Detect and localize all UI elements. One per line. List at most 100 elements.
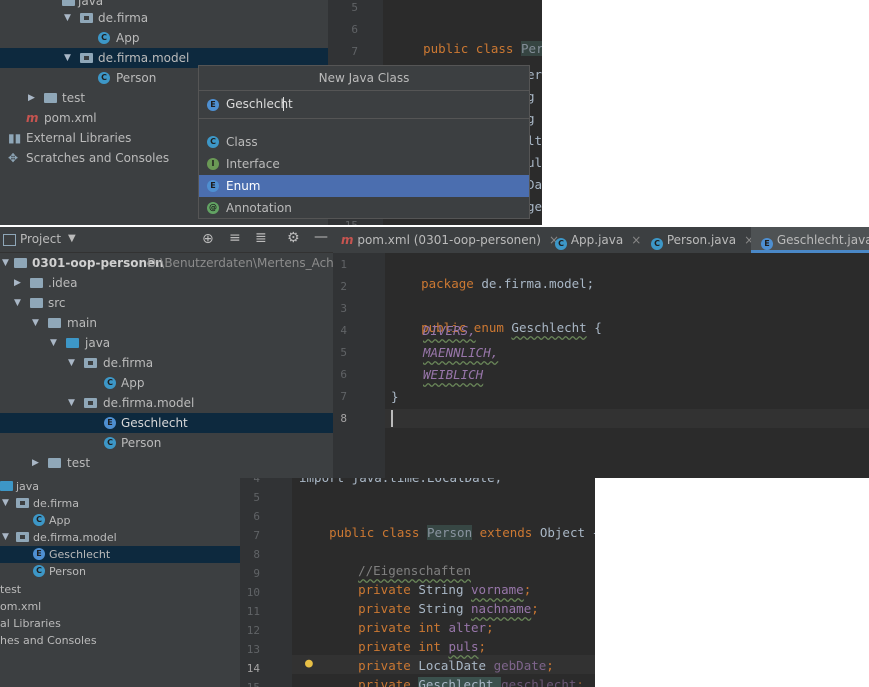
tree-item-app[interactable]: C App xyxy=(0,28,328,48)
tree-item-scratches[interactable]: hes and Consoles xyxy=(0,632,240,649)
code-line-comment[interactable]: //Eigenschaften xyxy=(328,542,471,578)
gear-icon[interactable]: ⚙ xyxy=(287,230,300,246)
chevron-down-icon[interactable]: ▼ xyxy=(2,495,9,512)
code-line-field-vorname[interactable]: private String vorname; xyxy=(328,561,531,597)
tab-person-java[interactable]: C Person.java × xyxy=(651,227,754,253)
tree-item-app[interactable]: C App xyxy=(0,512,240,529)
tree-item-label: java xyxy=(16,480,40,493)
tree-item-person[interactable]: C Person xyxy=(0,563,240,580)
target-icon[interactable]: ⊕ xyxy=(202,231,214,247)
chevron-down-icon[interactable]: ▼ xyxy=(64,8,71,28)
chevron-right-icon[interactable]: ▶ xyxy=(28,88,35,108)
closing-brace[interactable]: } xyxy=(391,387,399,406)
class-name-input[interactable]: E Geschlecht xyxy=(199,92,529,119)
tab-pom-xml[interactable]: m pom.xml (0301-oop-personen) × xyxy=(341,227,559,253)
enum-constant-divers[interactable]: DIVERS, xyxy=(423,321,476,340)
tab-geschlecht-java[interactable]: E Geschlecht.java xyxy=(751,227,869,253)
tree-item-geschlecht[interactable]: E Geschlecht xyxy=(0,546,240,563)
option-label: Interface xyxy=(226,157,280,171)
tree-item-label: pom.xml xyxy=(44,111,97,125)
tree-item-label: Person xyxy=(49,565,86,578)
tree-item-app[interactable]: C App xyxy=(0,373,333,393)
tree-item-pom-xml[interactable]: om.xml xyxy=(0,598,240,615)
folder-icon xyxy=(66,338,79,348)
chevron-down-icon[interactable]: ▼ xyxy=(50,333,57,353)
tree-item-label: App xyxy=(49,514,71,527)
tree-item-de-firma-model[interactable]: ▼ de.firma.model xyxy=(0,529,240,546)
chevron-down-icon[interactable]: ▼ xyxy=(68,233,76,244)
minimize-icon[interactable]: — xyxy=(314,229,328,245)
project-view-label[interactable]: Project xyxy=(20,232,61,246)
tree-item-test[interactable]: test xyxy=(0,581,240,598)
class-icon: C xyxy=(98,32,110,44)
code-line-class-decl[interactable]: public class Person extends Object { xyxy=(299,504,595,540)
tree-item-java[interactable]: java xyxy=(0,478,240,495)
tree-item-person[interactable]: C Person xyxy=(0,433,333,453)
close-icon[interactable]: × xyxy=(631,233,641,247)
collapse-all-icon[interactable]: ≡ xyxy=(229,230,241,246)
line-gutter: 1 2 3 4 5 6 7 8 xyxy=(333,253,385,478)
enum-constant-maennlich[interactable]: MAENNLICH, xyxy=(423,343,498,362)
person-editor[interactable]: 4 5 6 7 8 9 10 11 12 13 14 15 import jav… xyxy=(240,478,595,687)
tree-item-root[interactable]: ▼ 0301-oop-personen D:\Benutzerdaten\Mer… xyxy=(0,253,333,273)
tree-item-label: om.xml xyxy=(0,600,42,613)
chevron-down-icon[interactable]: ▼ xyxy=(68,353,75,373)
tree-item-de-firma-model[interactable]: ▼ de.firma.model xyxy=(0,393,333,413)
enum-constant-weiblich[interactable]: WEIBLICH xyxy=(423,365,483,384)
interface-icon: I xyxy=(207,158,219,170)
geschlecht-editor[interactable]: 1 2 3 4 5 6 7 8 package de.firma.model; … xyxy=(333,253,869,478)
kind-option-interface[interactable]: I Interface xyxy=(199,153,529,175)
chevron-down-icon[interactable]: ▼ xyxy=(32,313,39,333)
package-icon xyxy=(16,532,29,542)
tab-label: Person.java xyxy=(666,233,737,247)
tree-item-label: Geschlecht xyxy=(49,548,111,561)
code-line-field-gebdate[interactable]: private LocalDate gebDate; xyxy=(328,637,554,673)
line-number: 11 xyxy=(246,605,260,618)
tree-item-label: de.firma.model xyxy=(33,531,117,544)
code-line[interactable]: public class Person xyxy=(393,20,542,56)
tree-item-label: .idea xyxy=(48,276,78,290)
scratches-icon: ✥ xyxy=(8,151,19,165)
class-icon: C xyxy=(33,565,45,577)
line-number: 3 xyxy=(340,302,347,315)
kind-option-class[interactable]: C Class xyxy=(199,131,529,153)
tree-item-de-firma[interactable]: ▼ de.firma xyxy=(0,8,328,28)
chevron-down-icon[interactable]: ▼ xyxy=(2,529,9,546)
tree-item-label: al Libraries xyxy=(0,617,61,630)
annotation-icon: @ xyxy=(207,202,219,214)
keyword-token: public class xyxy=(423,41,521,56)
class-name-token: Person xyxy=(426,525,473,540)
code-line-import[interactable]: import java.time.LocalDate; xyxy=(299,478,502,487)
code-line-field-puls[interactable]: private int puls; xyxy=(328,618,486,654)
new-java-class-dialog[interactable]: New Java Class E Geschlecht C Class I In… xyxy=(198,65,530,219)
tree-item-idea[interactable]: ▶ .idea xyxy=(0,273,333,293)
tree-item-label: Scratches and Consoles xyxy=(26,151,170,165)
tree-item-de-firma[interactable]: ▼ de.firma xyxy=(0,495,240,512)
expand-all-icon[interactable]: ≣ xyxy=(255,230,267,246)
tree-item-src[interactable]: ▼ src xyxy=(0,293,333,313)
chevron-down-icon[interactable]: ▼ xyxy=(2,253,9,273)
lightbulb-icon[interactable]: ● xyxy=(305,656,313,671)
tree-item-geschlecht[interactable]: E Geschlecht xyxy=(0,413,333,433)
code-line-package[interactable]: package de.firma.model; xyxy=(391,255,594,291)
tree-item-label: Person xyxy=(121,436,162,450)
tree-item-de-firma[interactable]: ▼ de.firma xyxy=(0,353,333,373)
tree-item-test[interactable]: ▶ test xyxy=(0,453,333,473)
chevron-right-icon[interactable]: ▶ xyxy=(32,453,39,473)
chevron-down-icon[interactable]: ▼ xyxy=(68,393,75,413)
code-line-enum-decl[interactable]: public enum Geschlecht { xyxy=(391,299,602,335)
code-line-field-alter[interactable]: private int alter; xyxy=(328,599,494,635)
chevron-down-icon[interactable]: ▼ xyxy=(64,48,71,68)
class-icon: C xyxy=(104,377,116,389)
code-line-field-nachname[interactable]: private String nachname; xyxy=(328,580,539,616)
class-icon: C xyxy=(98,72,110,84)
kind-option-enum[interactable]: E Enum xyxy=(199,175,529,197)
tree-item-external-libraries[interactable]: al Libraries xyxy=(0,615,240,632)
chevron-down-icon[interactable]: ▼ xyxy=(14,293,21,313)
tree-item-main[interactable]: ▼ main xyxy=(0,313,333,333)
code-line-field-geschlecht[interactable]: private Geschlecht geschlecht; xyxy=(328,656,584,687)
chevron-right-icon[interactable]: ▶ xyxy=(14,273,21,293)
tree-item-java[interactable]: ▼ java xyxy=(0,333,333,353)
kind-option-annotation[interactable]: @ Annotation xyxy=(199,197,529,219)
tab-app-java[interactable]: C App.java × xyxy=(555,227,641,253)
